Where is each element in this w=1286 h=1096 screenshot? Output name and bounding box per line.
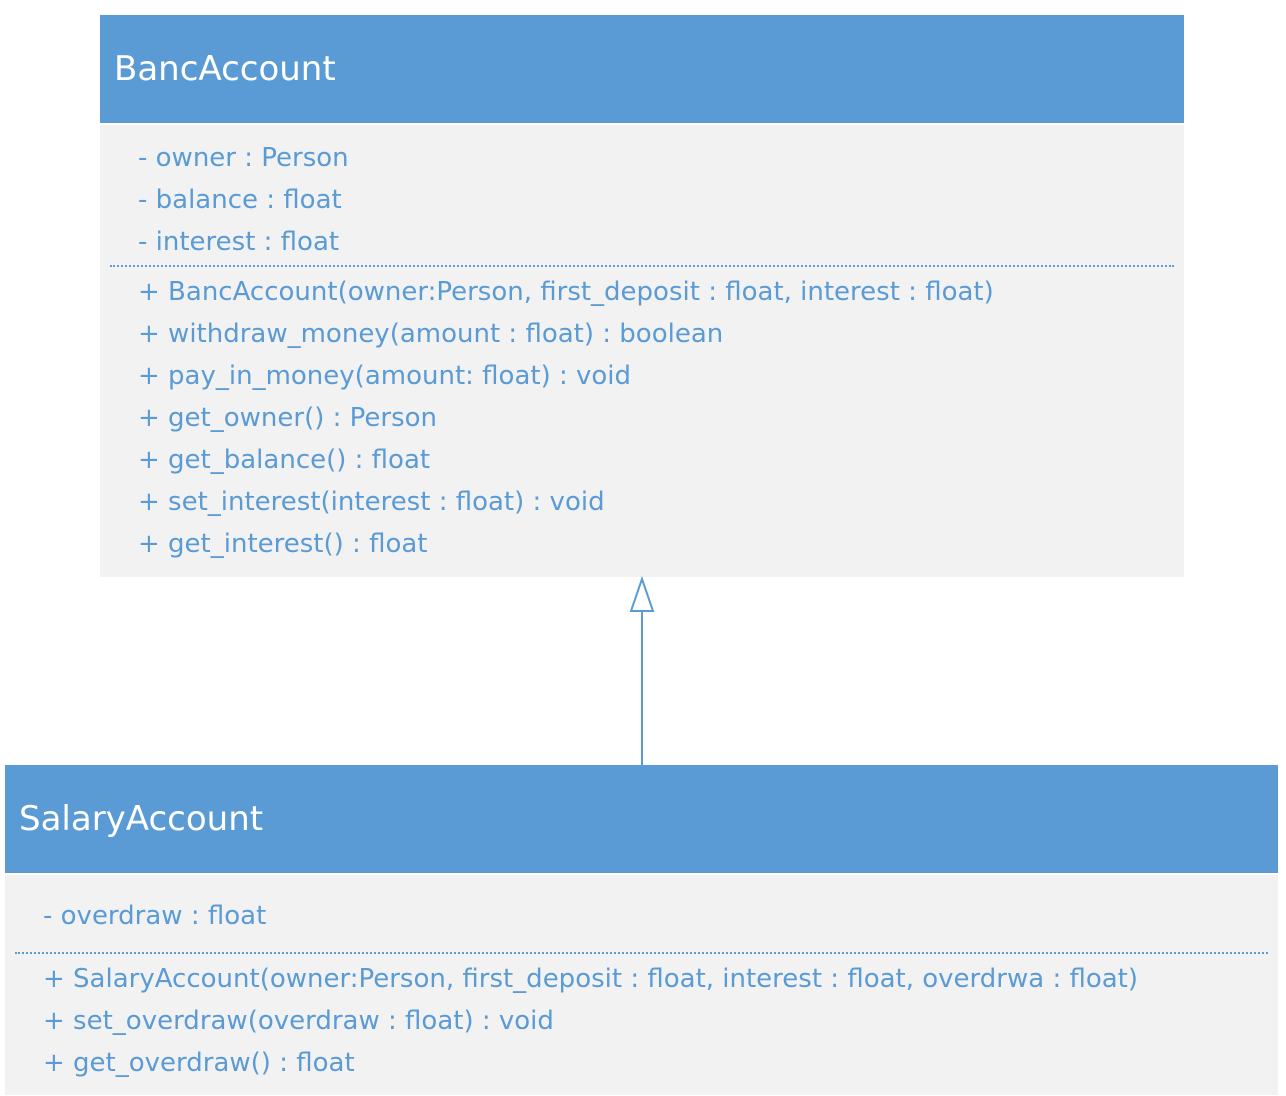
method-set-interest: + set_interest(interest : float) : void xyxy=(138,487,605,517)
attribute-owner: - owner : Person xyxy=(138,143,349,173)
attribute-balance: - balance : float xyxy=(138,185,342,215)
method-constructor: + BancAccount(owner:Person, first_deposi… xyxy=(138,277,994,307)
method-pay-in-money: + pay_in_money(amount: float) : void xyxy=(138,361,632,391)
class-salaryaccount-name: SalaryAccount xyxy=(5,765,1278,875)
method-set-overdraw: + set_overdraw(overdraw : float) : void xyxy=(43,1006,554,1036)
method-get-overdraw: + get_overdraw() : float xyxy=(43,1048,355,1078)
inheritance-arrow xyxy=(629,575,655,765)
method-withdraw-money: + withdraw_money(amount : float) : boole… xyxy=(138,319,724,349)
inheritance-arrowhead xyxy=(629,575,655,612)
method-get-balance: + get_balance() : float xyxy=(138,445,431,475)
class-salaryaccount-methods: + SalaryAccount(owner:Person, first_depo… xyxy=(5,954,1278,1084)
attribute-overdraw: - overdraw : float xyxy=(43,901,267,931)
class-salaryaccount: SalaryAccount - overdraw : float + Salar… xyxy=(5,765,1278,1095)
class-bancaccount: BancAccount - owner : Person - balance :… xyxy=(100,15,1184,577)
class-bancaccount-name: BancAccount xyxy=(100,15,1184,125)
method-salary-constructor: + SalaryAccount(owner:Person, first_depo… xyxy=(43,964,1139,994)
class-bancaccount-methods: + BancAccount(owner:Person, first_deposi… xyxy=(100,267,1184,565)
class-bancaccount-attributes: - owner : Person - balance : float - int… xyxy=(100,125,1184,263)
method-get-owner: + get_owner() : Person xyxy=(138,403,438,433)
method-get-interest: + get_interest() : float xyxy=(138,529,428,559)
class-salaryaccount-attributes: - overdraw : float xyxy=(5,875,1278,937)
attribute-interest: - interest : float xyxy=(138,227,340,257)
